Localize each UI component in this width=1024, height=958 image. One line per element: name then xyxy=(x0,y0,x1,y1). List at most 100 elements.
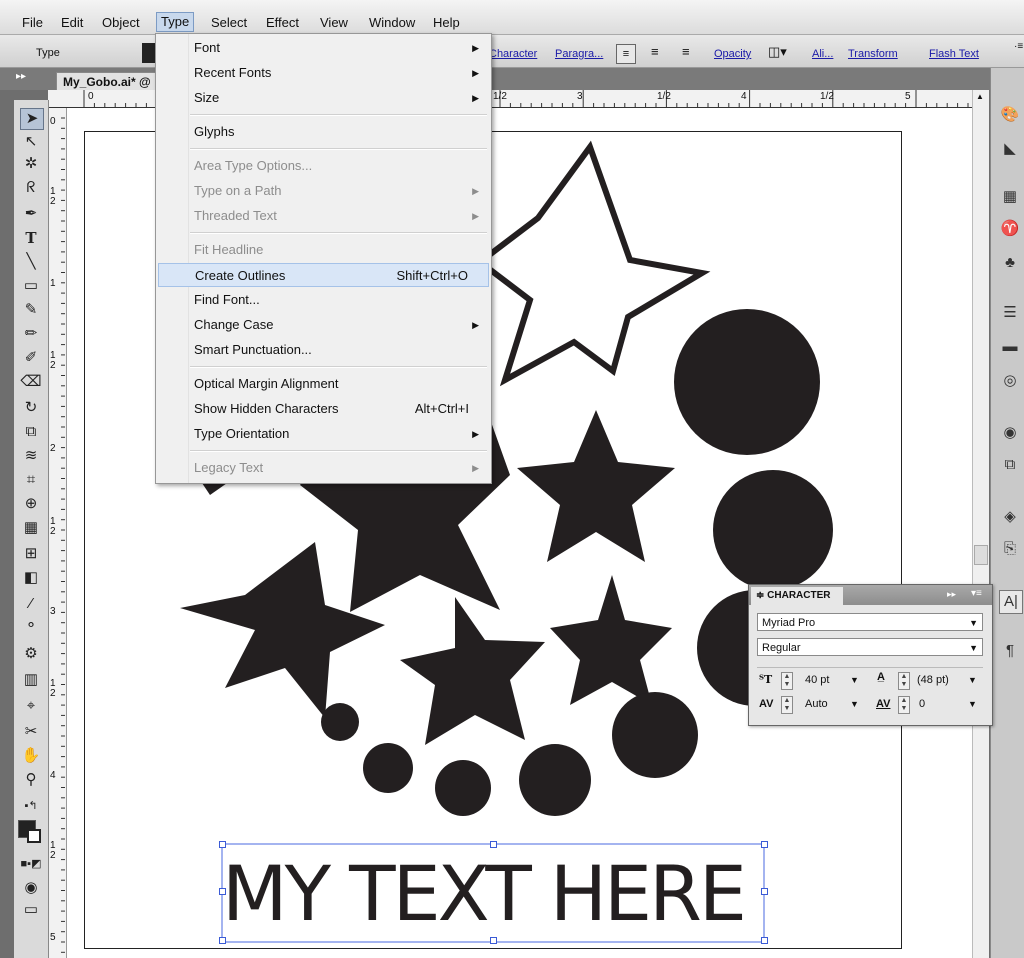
transparency-icon[interactable]: ◎ xyxy=(999,370,1021,392)
rectangle-tool-icon[interactable]: ▭ xyxy=(20,276,42,296)
kerning-value[interactable]: Auto xyxy=(805,698,828,710)
menu-item-create-outlines[interactable]: Create Outlines Shift+Ctrl+O xyxy=(158,263,489,287)
scroll-thumb[interactable] xyxy=(974,545,988,565)
character-panel-tab[interactable]: ≑ CHARACTER xyxy=(751,587,843,605)
brushes-icon[interactable]: ♈ xyxy=(999,218,1021,240)
selection-handle[interactable] xyxy=(490,937,497,944)
circle-small-2[interactable] xyxy=(363,743,413,793)
outline-star-shape[interactable] xyxy=(475,140,711,387)
selection-handle[interactable] xyxy=(761,937,768,944)
mesh-tool-icon[interactable]: ⊞ xyxy=(20,544,42,564)
stroke-icon[interactable]: ☰ xyxy=(999,302,1021,324)
leading-stepper[interactable]: ▲ ▼ xyxy=(898,672,910,690)
menu-item-font[interactable]: Font ▶ xyxy=(156,36,491,60)
menu-item-find-font[interactable]: Find Font... xyxy=(156,288,491,312)
artboards-icon[interactable]: ⎘ xyxy=(999,538,1021,560)
warp-tool-icon[interactable]: ≋ xyxy=(20,446,42,466)
selection-handle[interactable] xyxy=(219,888,226,895)
eyedropper-icon[interactable]: ⁄ xyxy=(20,594,42,614)
perspective-grid-icon[interactable]: ▦ xyxy=(20,518,42,538)
menu-item-type-on-a-path[interactable]: Type on a Path ▶ xyxy=(156,179,491,203)
star-middle[interactable] xyxy=(400,597,545,745)
menu-item-optical-margin-alignment[interactable]: Optical Margin Alignment xyxy=(156,372,491,396)
direct-selection-tool-icon[interactable]: ↖ xyxy=(20,132,42,152)
character-panel-icon[interactable]: A| xyxy=(999,590,1023,614)
menu-item-fit-headline[interactable]: Fit Headline xyxy=(156,238,491,262)
circle-small-1[interactable] xyxy=(321,703,359,741)
menu-item-area-type-options[interactable]: Area Type Options... xyxy=(156,154,491,178)
stroke-color-icon[interactable] xyxy=(27,829,41,843)
chevron-down-icon[interactable]: ▼ xyxy=(968,699,977,709)
font-style-dropdown[interactable]: Regular ▼ xyxy=(757,638,983,656)
selection-handle[interactable] xyxy=(761,888,768,895)
star-right-bottom[interactable] xyxy=(550,575,672,705)
chevron-down-icon[interactable]: ▼ xyxy=(850,675,859,685)
paragraph-icon[interactable]: ¶ xyxy=(999,640,1021,662)
font-family-dropdown[interactable]: Myriad Pro ▼ xyxy=(757,613,983,631)
gradient-icon[interactable]: ▬ xyxy=(999,336,1021,358)
tracking-stepper[interactable]: ▲ ▼ xyxy=(898,696,910,714)
selection-handle[interactable] xyxy=(761,841,768,848)
layers-icon[interactable]: ◈ xyxy=(999,506,1021,528)
blob-brush-icon[interactable]: ✐ xyxy=(20,348,42,368)
font-size-stepper[interactable]: ▲ ▼ xyxy=(781,672,793,690)
tracking-value[interactable]: 0 xyxy=(919,698,925,710)
pencil-icon[interactable]: ✏ xyxy=(20,324,42,344)
drawing-mode-icon[interactable]: ◉ xyxy=(20,878,42,898)
menu-item-recent-fonts[interactable]: Recent Fonts ▶ xyxy=(156,61,491,85)
circle-small-3[interactable] xyxy=(435,760,491,816)
menu-item-change-case[interactable]: Change Case ▶ xyxy=(156,313,491,337)
artboard-tool-icon[interactable]: ⌖ xyxy=(20,696,42,716)
circle-medium[interactable] xyxy=(612,692,698,778)
eraser-icon[interactable]: ⌫ xyxy=(20,372,42,392)
font-size-value[interactable]: 40 pt xyxy=(805,674,829,686)
paintbrush-icon[interactable]: ✎ xyxy=(20,300,42,320)
chevron-down-icon[interactable]: ▼ xyxy=(850,699,859,709)
gradient-tool-icon[interactable]: ◧ xyxy=(20,568,42,588)
swatches-icon[interactable]: ▦ xyxy=(999,186,1021,208)
panel-collapse-icon[interactable]: ▸▸ xyxy=(947,589,956,600)
menu-item-legacy-text[interactable]: Legacy Text ▶ xyxy=(156,456,491,480)
line-tool-icon[interactable]: ╲ xyxy=(20,252,42,272)
menu-item-threaded-text[interactable]: Threaded Text ▶ xyxy=(156,204,491,228)
star-left[interactable] xyxy=(180,542,385,718)
panel-menu-icon[interactable]: ▾≡ xyxy=(971,588,982,599)
menu-item-show-hidden-characters[interactable]: Show Hidden Characters Alt+Ctrl+I xyxy=(156,397,491,421)
chevron-down-icon[interactable]: ▼ xyxy=(968,675,977,685)
canvas-scrollbar[interactable]: ▲ xyxy=(972,90,989,958)
graphic-styles-icon[interactable]: ⧉ xyxy=(999,454,1021,476)
shape-builder-icon[interactable]: ⊕ xyxy=(20,494,42,514)
leading-value[interactable]: (48 pt) xyxy=(917,674,949,686)
menu-item-size[interactable]: Size ▶ xyxy=(156,86,491,110)
free-transform-icon[interactable]: ⌗ xyxy=(20,470,42,490)
lasso-icon[interactable]: ᖇ xyxy=(20,178,42,198)
scale-tool-icon[interactable]: ⧉ xyxy=(20,422,42,442)
hand-tool-icon[interactable]: ✋ xyxy=(20,746,42,766)
selection-handle[interactable] xyxy=(490,841,497,848)
swap-colors-icon[interactable]: ▪↰ xyxy=(20,796,42,816)
graph-tool-icon[interactable]: ▥ xyxy=(20,670,42,690)
color-icon[interactable]: ◣ xyxy=(999,138,1021,160)
zoom-tool-icon[interactable]: ⚲ xyxy=(20,770,42,790)
appearance-icon[interactable]: ◉ xyxy=(999,422,1021,444)
color-mode-icon[interactable]: ■▪◩ xyxy=(20,854,42,874)
magic-wand-icon[interactable]: ✲ xyxy=(20,154,42,174)
slice-tool-icon[interactable]: ✂ xyxy=(20,722,42,742)
circle-right[interactable] xyxy=(713,470,833,590)
kerning-stepper[interactable]: ▲ ▼ xyxy=(781,696,793,714)
symbol-sprayer-icon[interactable]: ⚙ xyxy=(20,644,42,664)
menu-item-glyphs[interactable]: Glyphs xyxy=(156,120,491,144)
outline-star[interactable] xyxy=(475,140,711,387)
color-guide-icon[interactable]: 🎨 xyxy=(999,104,1021,126)
menu-item-type-orientation[interactable]: Type Orientation ▶ xyxy=(156,422,491,446)
type-tool-icon[interactable]: T xyxy=(20,228,42,248)
menu-item-smart-punctuation[interactable]: Smart Punctuation... xyxy=(156,338,491,362)
character-panel-header[interactable]: ≑ CHARACTER ▸▸ ▾≡ xyxy=(749,585,992,605)
blend-tool-icon[interactable]: ⚬ xyxy=(20,616,42,636)
circle-large-top[interactable] xyxy=(674,309,820,455)
selection-handle[interactable] xyxy=(219,937,226,944)
symbols-icon[interactable]: ♣ xyxy=(999,252,1021,274)
selection-handle[interactable] xyxy=(219,841,226,848)
star-right-top[interactable] xyxy=(517,410,675,562)
screen-mode-icon[interactable]: ▭ xyxy=(20,900,42,920)
